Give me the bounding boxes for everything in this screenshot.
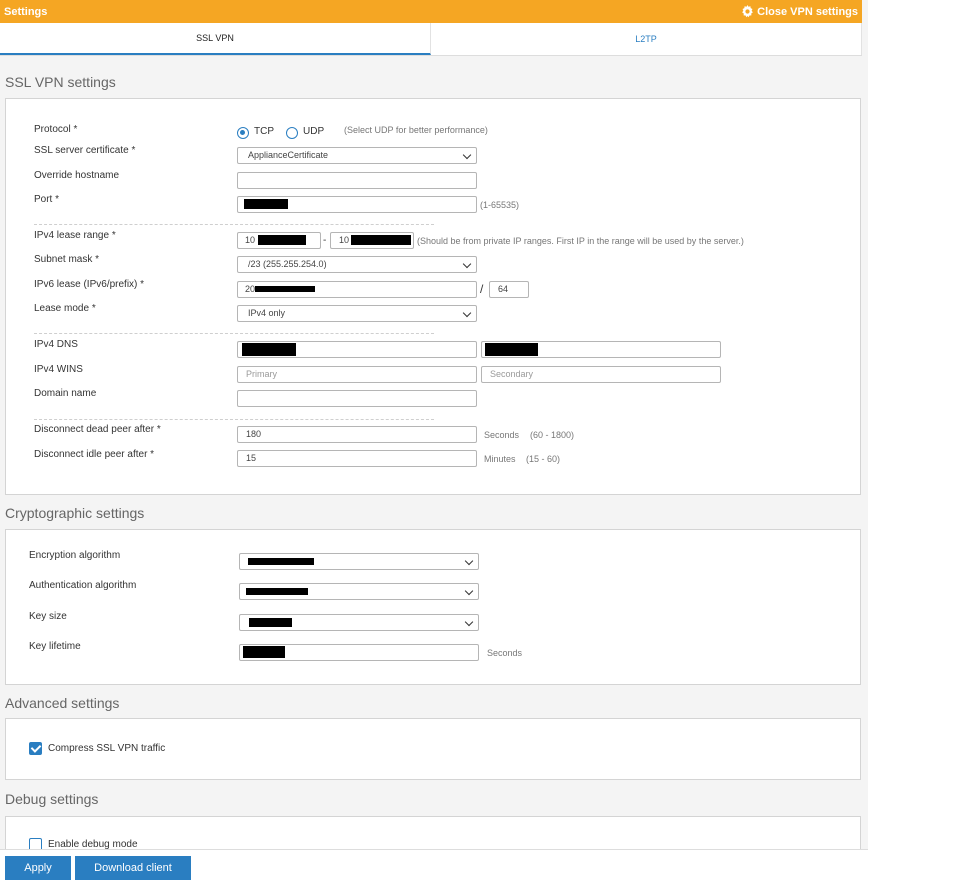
redaction-bar [246, 588, 308, 595]
compress-ssl-vpn-checkbox[interactable] [29, 742, 42, 755]
separator [34, 333, 434, 334]
page-title: Settings [4, 5, 48, 18]
crypto-panel: Encryption algorithm Authentication algo… [5, 529, 861, 685]
dead-peer-label: Disconnect dead peer after * [34, 424, 161, 435]
ssl-vpn-section-title: SSL VPN settings [5, 74, 116, 90]
close-vpn-settings-button[interactable]: Close VPN settings [741, 5, 858, 18]
udp-label: UDP [303, 126, 325, 137]
tab-l2tp[interactable]: L2TP [431, 23, 862, 55]
redaction-bar [244, 199, 288, 209]
dead-peer-unit: Seconds [484, 430, 520, 440]
separator [34, 419, 434, 420]
protocol-label: Protocol * [34, 124, 78, 135]
idle-peer-input[interactable]: 15 [237, 450, 477, 467]
ssl-certificate-label: SSL server certificate * [34, 145, 136, 156]
separator [34, 224, 434, 225]
redaction-bar [248, 558, 314, 565]
redaction-bar [249, 618, 292, 627]
authentication-algorithm-label: Authentication algorithm [29, 580, 137, 591]
ipv4-dns-label: IPv4 DNS [34, 339, 78, 350]
subnet-mask-label: Subnet mask * [34, 254, 100, 265]
tab-ssl-vpn[interactable]: SSL VPN [0, 23, 431, 55]
protocol-hint: (Select UDP for better performance) [344, 125, 488, 135]
vpn-settings-app: Settings Close VPN settings SSL VPN L2TP… [0, 0, 868, 887]
ipv6-slash: / [480, 282, 484, 296]
ipv6-lease-label: IPv6 lease (IPv6/prefix) * [34, 279, 145, 290]
override-hostname-label: Override hostname [34, 170, 120, 181]
redaction-bar [242, 343, 296, 356]
port-hint: (1-65535) [480, 200, 520, 210]
override-hostname-input[interactable] [237, 172, 477, 189]
tab-bar: SSL VPN L2TP [0, 23, 862, 56]
lease-mode-label: Lease mode * [34, 303, 96, 314]
ipv4-wins-primary-input[interactable]: Primary [237, 366, 477, 383]
close-vpn-settings-label: Close VPN settings [757, 5, 858, 18]
footer-bar: Apply Download client [0, 849, 868, 887]
gear-icon [742, 5, 754, 18]
idle-peer-unit: Minutes [484, 454, 516, 464]
advanced-panel: Compress SSL VPN traffic [5, 718, 861, 780]
key-size-label: Key size [29, 611, 67, 622]
ipv4-wins-secondary-input[interactable]: Secondary [481, 366, 721, 383]
redaction-bar [255, 286, 315, 292]
port-label: Port * [34, 194, 60, 205]
domain-name-input[interactable] [237, 390, 477, 407]
ssl-certificate-select[interactable]: ApplianceCertificate [237, 147, 477, 164]
subnet-mask-select[interactable]: /23 (255.255.254.0) [237, 256, 477, 273]
key-lifetime-unit: Seconds [487, 648, 523, 658]
advanced-section-title: Advanced settings [5, 695, 120, 711]
lease-mode-select[interactable]: IPv4 only [237, 305, 477, 322]
encryption-algorithm-label: Encryption algorithm [29, 550, 121, 561]
key-lifetime-label: Key lifetime [29, 641, 81, 652]
debug-section-title: Debug settings [5, 791, 99, 807]
dead-peer-input[interactable]: 180 [237, 426, 477, 443]
ipv6-prefix-length-input[interactable]: 64 [489, 281, 529, 298]
redaction-bar [485, 343, 538, 356]
compress-ssl-vpn-label: Compress SSL VPN traffic [48, 743, 166, 754]
redaction-bar [258, 235, 306, 245]
idle-peer-label: Disconnect idle peer after * [34, 449, 155, 460]
tcp-radio[interactable] [237, 127, 249, 139]
dead-peer-range: (60 - 1800) [530, 430, 575, 440]
range-dash: - [323, 235, 327, 246]
domain-name-label: Domain name [34, 388, 97, 399]
ssl-vpn-panel: Protocol * TCP UDP (Select UDP for bette… [5, 98, 861, 495]
title-bar: Settings Close VPN settings [0, 0, 862, 23]
udp-radio[interactable] [286, 127, 298, 139]
apply-button[interactable]: Apply [5, 856, 71, 880]
idle-peer-range: (15 - 60) [526, 454, 561, 464]
crypto-section-title: Cryptographic settings [5, 505, 145, 521]
redaction-bar [351, 235, 411, 245]
tcp-label: TCP [254, 126, 274, 137]
ipv4-lease-hint: (Should be from private IP ranges. First… [417, 236, 744, 246]
redaction-bar [243, 646, 285, 658]
download-client-button[interactable]: Download client [75, 856, 191, 880]
ipv4-wins-label: IPv4 WINS [34, 364, 83, 375]
ipv4-lease-range-label: IPv4 lease range * [34, 230, 116, 241]
